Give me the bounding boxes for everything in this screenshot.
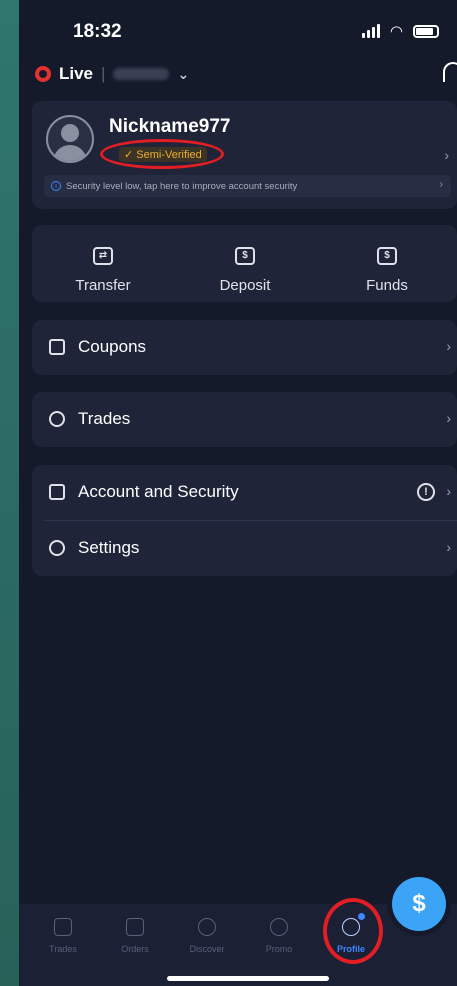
warning-icon: !: [417, 483, 435, 501]
annotation-circle: ✓ Semi-Verified: [100, 139, 224, 169]
coupons-label: Coupons: [78, 337, 147, 356]
nickname: Nickname977: [109, 116, 231, 137]
funds-label: Funds: [366, 277, 408, 294]
transfer-icon: ⇄: [93, 247, 113, 265]
tab-trades[interactable]: Trades: [33, 918, 93, 954]
annotation-circle: [323, 898, 383, 964]
phone-screen: 18:32 ◠ Live | ⌄ Nickname977 ✓ Semi-Veri…: [19, 0, 457, 986]
info-icon: i: [51, 181, 61, 191]
bottom-tab-bar: Trades Orders Discover Promo Profile: [19, 904, 457, 986]
transfer-button[interactable]: ⇄ Transfer: [32, 225, 174, 302]
chart-icon: [54, 918, 72, 936]
tab-orders[interactable]: Orders: [105, 918, 165, 954]
tab-orders-label: Orders: [121, 944, 149, 954]
transfer-label: Transfer: [75, 277, 131, 294]
deposit-icon: $: [235, 247, 255, 265]
account-settings-group: Account and Security ! › Settings ›: [32, 465, 457, 576]
avatar[interactable]: [46, 115, 94, 163]
chevron-right-icon: ›: [444, 147, 449, 163]
home-indicator: [167, 976, 329, 981]
verification-badge[interactable]: ✓ Semi-Verified: [119, 147, 207, 162]
status-time: 18:32: [73, 21, 122, 42]
chevron-right-icon: ›: [439, 179, 443, 190]
settings-label: Settings: [78, 538, 140, 557]
deposit-label: Deposit: [219, 277, 271, 294]
security-notice[interactable]: i Security level low, tap here to improv…: [44, 175, 451, 197]
funds-button[interactable]: $ Funds: [316, 225, 457, 302]
trades-label: Trades: [78, 409, 131, 428]
trades-item[interactable]: Trades ›: [32, 392, 457, 447]
percent-icon: [270, 918, 288, 936]
ticket-icon: [49, 339, 65, 355]
wifi-icon: ◠: [389, 23, 403, 40]
account-security-item[interactable]: Account and Security ! ›: [32, 465, 457, 520]
tab-discover-label: Discover: [189, 944, 225, 954]
status-icons: ◠: [361, 22, 439, 40]
chevron-down-icon: ⌄: [177, 65, 190, 82]
tab-promo[interactable]: Promo: [249, 918, 309, 954]
account-selector[interactable]: Live | ⌄: [35, 64, 189, 84]
account-security-label: Account and Security: [78, 482, 239, 501]
chevron-right-icon: ›: [446, 410, 451, 426]
chevron-right-icon: ›: [446, 338, 451, 354]
account-mode-label: Live: [59, 64, 94, 83]
deposit-button[interactable]: $ Deposit: [174, 225, 316, 302]
tab-trades-label: Trades: [49, 944, 77, 954]
safe-icon: [49, 484, 65, 500]
security-notice-text: Security level low, tap here to improve …: [66, 180, 298, 192]
chevron-right-icon: ›: [446, 539, 451, 555]
coupons-item[interactable]: Coupons ›: [32, 320, 457, 375]
quick-actions: ⇄ Transfer $ Deposit $ Funds: [32, 225, 457, 302]
settings-item[interactable]: Settings ›: [32, 521, 457, 576]
headset-icon[interactable]: [443, 62, 457, 82]
gear-icon: [49, 540, 65, 556]
cubes-icon: [49, 411, 65, 427]
backdrop: [0, 0, 19, 986]
account-separator: |: [101, 64, 106, 83]
chevron-right-icon: ›: [446, 483, 451, 499]
funds-icon: $: [377, 247, 397, 265]
signal-icon: [361, 24, 380, 38]
account-number-redacted: [113, 68, 170, 80]
battery-icon: [413, 24, 439, 38]
list-icon: [126, 918, 144, 936]
tab-discover[interactable]: Discover: [177, 918, 237, 954]
planet-icon: [198, 918, 216, 936]
live-indicator-icon: [35, 66, 51, 82]
tab-promo-label: Promo: [265, 944, 293, 954]
profile-card[interactable]: Nickname977 ✓ Semi-Verified › i Security…: [32, 101, 457, 209]
dollar-fab-button[interactable]: $: [392, 877, 446, 931]
